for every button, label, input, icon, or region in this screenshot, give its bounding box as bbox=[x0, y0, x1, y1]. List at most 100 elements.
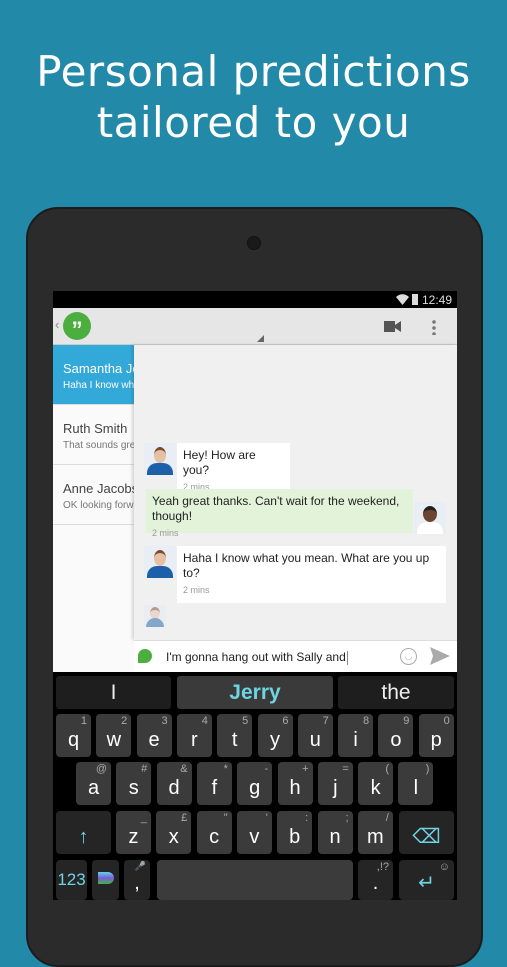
key-label: , bbox=[134, 872, 140, 894]
key-r[interactable]: 4r bbox=[176, 714, 212, 757]
key-t[interactable]: 5t bbox=[217, 714, 253, 757]
key-u[interactable]: 7u bbox=[297, 714, 333, 757]
period-key[interactable]: ,!?. bbox=[358, 860, 393, 900]
shift-key[interactable]: ↑ bbox=[56, 811, 111, 854]
key-label: t bbox=[231, 729, 238, 751]
comma-key[interactable]: 🎤, bbox=[124, 860, 150, 900]
key-i[interactable]: 8i bbox=[338, 714, 374, 757]
key-secondary-label: ( bbox=[385, 763, 390, 775]
key-label: n bbox=[329, 826, 341, 848]
key-label: x bbox=[168, 826, 179, 848]
key-m[interactable]: / m bbox=[357, 811, 393, 854]
key-label: p bbox=[430, 729, 442, 751]
key-f[interactable]: * f bbox=[196, 762, 232, 805]
conversation-preview: Haha I know what you mean bbox=[63, 380, 134, 391]
space-key[interactable] bbox=[157, 860, 353, 900]
message-text: Hey! How are you? bbox=[183, 448, 256, 477]
key-j[interactable]: = j bbox=[317, 762, 353, 805]
key-secondary-label: ; bbox=[345, 812, 349, 824]
typing-avatar bbox=[144, 605, 166, 627]
key-p[interactable]: 0p bbox=[418, 714, 454, 757]
message-bubble: Yeah great thanks. Can't wait for the we… bbox=[146, 489, 413, 538]
key-label: l bbox=[413, 777, 419, 799]
key-secondary-label: & bbox=[180, 763, 188, 775]
conversation-preview: That sounds great bbox=[63, 440, 134, 451]
compose-bar: I'm gonna hang out with Sally and ◡ bbox=[134, 640, 457, 672]
message-text: Yeah great thanks. Can't wait for the we… bbox=[152, 494, 400, 523]
suggestion-1[interactable]: I bbox=[56, 676, 171, 709]
key-label: . bbox=[372, 872, 379, 894]
key-secondary-label: - bbox=[264, 763, 269, 775]
send-icon[interactable] bbox=[430, 647, 450, 665]
key-b[interactable]: :b bbox=[277, 811, 313, 854]
keyboard: I Jerry the 1 q 2 w 3 e 4 r 5 t 6 y 7 u 8 i 9 o 0 p @ a # s & d * f - g +… bbox=[53, 672, 457, 900]
key-label: v bbox=[249, 826, 260, 848]
key-secondary-label: # bbox=[141, 763, 148, 775]
key-label: k bbox=[370, 777, 381, 799]
conversation-item[interactable]: Anne Jacobs OK looking forward bbox=[53, 465, 134, 525]
key-label: y bbox=[270, 729, 280, 751]
key-secondary-label: 4 bbox=[201, 715, 208, 727]
emoji-icon[interactable]: ◡ bbox=[400, 648, 417, 665]
key-d[interactable]: & d bbox=[156, 762, 192, 805]
key-c[interactable]: " c bbox=[196, 811, 232, 854]
key-secondary-label: 8 bbox=[362, 715, 370, 727]
key-x[interactable]: £ x bbox=[156, 811, 192, 854]
numbers-key[interactable]: 123 bbox=[56, 860, 87, 900]
dropdown-corner-icon[interactable] bbox=[257, 335, 264, 342]
key-secondary-label: 5 bbox=[242, 715, 249, 727]
battery-icon bbox=[412, 294, 418, 305]
conversation-item[interactable]: Samantha Jones Haha I know what you mean bbox=[53, 345, 134, 405]
key-secondary-label: £ bbox=[181, 812, 188, 824]
key-label: z bbox=[128, 826, 139, 848]
key-label: q bbox=[67, 729, 80, 751]
overflow-menu-icon[interactable] bbox=[432, 319, 436, 335]
avatar bbox=[144, 546, 176, 578]
video-call-icon[interactable] bbox=[384, 321, 401, 332]
key-g[interactable]: -g bbox=[237, 762, 273, 805]
avatar bbox=[414, 502, 446, 534]
key-label: f bbox=[211, 777, 218, 799]
key-z[interactable]: _ z bbox=[116, 811, 151, 854]
conversation-name: Anne Jacobs bbox=[63, 481, 134, 496]
suggestion-3[interactable]: the bbox=[338, 676, 454, 709]
suggestion-2[interactable]: Jerry bbox=[177, 676, 333, 709]
key-k[interactable]: (k bbox=[358, 762, 394, 805]
key-v[interactable]: ' v bbox=[236, 811, 272, 854]
backspace-key[interactable]: ⌫ bbox=[399, 811, 454, 854]
back-chevron-icon[interactable]: ‹ bbox=[55, 317, 59, 332]
key-a[interactable]: @ a bbox=[76, 762, 111, 805]
conversation-item[interactable]: Ruth Smith That sounds great bbox=[53, 405, 134, 465]
enter-key[interactable]: ☺ ↵ bbox=[399, 860, 454, 900]
key-y[interactable]: 6y bbox=[257, 714, 293, 757]
key-o[interactable]: 9o bbox=[378, 714, 414, 757]
key-e[interactable]: 3e bbox=[136, 714, 172, 757]
conversation-list: Samantha Jones Haha I know what you mean… bbox=[53, 345, 134, 672]
mic-icon: 🎤 bbox=[134, 861, 146, 871]
key-label: d bbox=[168, 777, 180, 799]
key-label: e bbox=[148, 729, 160, 751]
key-secondary-label: ) bbox=[425, 763, 430, 775]
conversation-name: Ruth Smith bbox=[63, 421, 128, 436]
key-secondary-label: 7 bbox=[322, 715, 329, 727]
message-text: Haha I know what you mean. What are you … bbox=[183, 551, 430, 580]
key-label: c bbox=[209, 826, 220, 848]
numbers-key-label: 123 bbox=[57, 870, 86, 889]
swiftkey-logo-key[interactable] bbox=[92, 860, 119, 900]
key-secondary-label: * bbox=[223, 763, 228, 775]
key-n[interactable]: ; n bbox=[317, 811, 353, 854]
key-q[interactable]: 1q bbox=[56, 714, 91, 757]
key-h[interactable]: + h bbox=[277, 762, 313, 805]
key-l[interactable]: ) l bbox=[398, 762, 434, 805]
hangouts-logo-icon[interactable]: ” bbox=[63, 312, 91, 342]
key-w[interactable]: 2w bbox=[96, 714, 132, 757]
message-input[interactable]: I'm gonna hang out with Sally and bbox=[166, 650, 348, 665]
key-label: r bbox=[191, 729, 198, 751]
chat-pane: Hey! How are you? 2 mins Yeah great than… bbox=[134, 345, 457, 640]
shift-icon: ↑ bbox=[78, 826, 89, 848]
key-label: s bbox=[128, 777, 139, 799]
key-label: m bbox=[366, 826, 384, 848]
message-time: 2 mins bbox=[183, 585, 210, 595]
key-secondary-label: + bbox=[302, 763, 309, 775]
key-s[interactable]: # s bbox=[116, 762, 152, 805]
